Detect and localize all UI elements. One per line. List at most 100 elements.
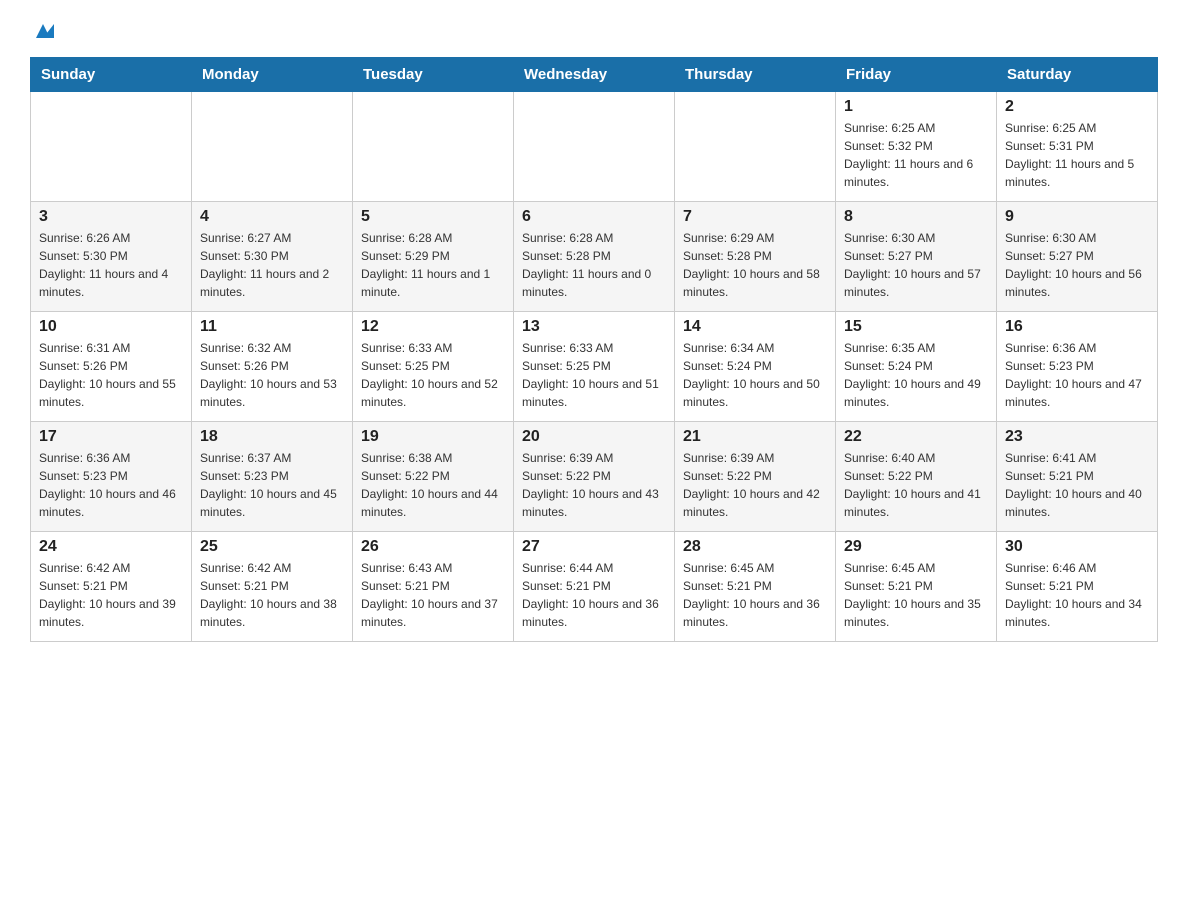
day-number: 11 [200,318,344,336]
day-number: 14 [683,318,827,336]
day-info: Sunrise: 6:41 AMSunset: 5:21 PMDaylight:… [1005,451,1142,519]
calendar-cell: 8 Sunrise: 6:30 AMSunset: 5:27 PMDaylight… [836,201,997,311]
day-number: 5 [361,208,505,226]
calendar-cell: 27 Sunrise: 6:44 AMSunset: 5:21 PMDayligh… [514,531,675,641]
calendar-cell [31,91,192,201]
column-header-friday: Friday [836,57,997,91]
day-info: Sunrise: 6:26 AMSunset: 5:30 PMDaylight:… [39,231,168,299]
calendar-cell: 2 Sunrise: 6:25 AMSunset: 5:31 PMDaylight… [997,91,1158,201]
calendar-week-row: 24 Sunrise: 6:42 AMSunset: 5:21 PMDayligh… [31,531,1158,641]
day-info: Sunrise: 6:28 AMSunset: 5:28 PMDaylight:… [522,231,651,299]
calendar-cell: 17 Sunrise: 6:36 AMSunset: 5:23 PMDayligh… [31,421,192,531]
calendar-cell: 26 Sunrise: 6:43 AMSunset: 5:21 PMDayligh… [353,531,514,641]
calendar-week-row: 10 Sunrise: 6:31 AMSunset: 5:26 PMDayligh… [31,311,1158,421]
day-number: 3 [39,208,183,226]
calendar-cell: 25 Sunrise: 6:42 AMSunset: 5:21 PMDayligh… [192,531,353,641]
day-number: 25 [200,538,344,556]
day-number: 4 [200,208,344,226]
calendar-cell: 30 Sunrise: 6:46 AMSunset: 5:21 PMDayligh… [997,531,1158,641]
column-header-tuesday: Tuesday [353,57,514,91]
calendar-cell: 20 Sunrise: 6:39 AMSunset: 5:22 PMDayligh… [514,421,675,531]
calendar-cell: 6 Sunrise: 6:28 AMSunset: 5:28 PMDaylight… [514,201,675,311]
column-header-thursday: Thursday [675,57,836,91]
day-info: Sunrise: 6:42 AMSunset: 5:21 PMDaylight:… [39,561,176,629]
calendar-week-row: 17 Sunrise: 6:36 AMSunset: 5:23 PMDayligh… [31,421,1158,531]
column-header-wednesday: Wednesday [514,57,675,91]
day-info: Sunrise: 6:43 AMSunset: 5:21 PMDaylight:… [361,561,498,629]
day-number: 2 [1005,98,1149,116]
day-number: 24 [39,538,183,556]
calendar-week-row: 1Sunrise: 6:25 AMSunset: 5:32 PMDaylight… [31,91,1158,201]
calendar-cell: 18 Sunrise: 6:37 AMSunset: 5:23 PMDayligh… [192,421,353,531]
day-info: Sunrise: 6:25 AMSunset: 5:32 PMDaylight:… [844,121,973,189]
calendar-header-row: SundayMondayTuesdayWednesdayThursdayFrid… [31,57,1158,91]
day-number: 8 [844,208,988,226]
day-number: 20 [522,428,666,446]
day-number: 23 [1005,428,1149,446]
day-info: Sunrise: 6:35 AMSunset: 5:24 PMDaylight:… [844,341,981,409]
calendar-cell: 28 Sunrise: 6:45 AMSunset: 5:21 PMDayligh… [675,531,836,641]
day-number: 7 [683,208,827,226]
day-number: 16 [1005,318,1149,336]
header [30,20,1158,47]
calendar-cell: 11 Sunrise: 6:32 AMSunset: 5:26 PMDayligh… [192,311,353,421]
day-number: 12 [361,318,505,336]
calendar-cell: 10 Sunrise: 6:31 AMSunset: 5:26 PMDayligh… [31,311,192,421]
day-info: Sunrise: 6:32 AMSunset: 5:26 PMDaylight:… [200,341,337,409]
day-info: Sunrise: 6:34 AMSunset: 5:24 PMDaylight:… [683,341,820,409]
day-info: Sunrise: 6:40 AMSunset: 5:22 PMDaylight:… [844,451,981,519]
logo-triangle-icon [32,20,54,42]
calendar-cell [514,91,675,201]
day-info: Sunrise: 6:25 AMSunset: 5:31 PMDaylight:… [1005,121,1134,189]
day-info: Sunrise: 6:44 AMSunset: 5:21 PMDaylight:… [522,561,659,629]
column-header-saturday: Saturday [997,57,1158,91]
day-number: 10 [39,318,183,336]
day-number: 30 [1005,538,1149,556]
day-info: Sunrise: 6:46 AMSunset: 5:21 PMDaylight:… [1005,561,1142,629]
day-info: Sunrise: 6:39 AMSunset: 5:22 PMDaylight:… [522,451,659,519]
calendar-cell: 1Sunrise: 6:25 AMSunset: 5:32 PMDaylight… [836,91,997,201]
day-number: 21 [683,428,827,446]
day-info: Sunrise: 6:29 AMSunset: 5:28 PMDaylight:… [683,231,820,299]
column-header-monday: Monday [192,57,353,91]
calendar-cell: 22Sunrise: 6:40 AMSunset: 5:22 PMDayligh… [836,421,997,531]
day-info: Sunrise: 6:45 AMSunset: 5:21 PMDaylight:… [683,561,820,629]
calendar-cell [353,91,514,201]
calendar-cell: 12Sunrise: 6:33 AMSunset: 5:25 PMDayligh… [353,311,514,421]
calendar-cell: 15 Sunrise: 6:35 AMSunset: 5:24 PMDayligh… [836,311,997,421]
day-number: 15 [844,318,988,336]
day-number: 6 [522,208,666,226]
day-info: Sunrise: 6:36 AMSunset: 5:23 PMDaylight:… [1005,341,1142,409]
day-number: 17 [39,428,183,446]
calendar-table: SundayMondayTuesdayWednesdayThursdayFrid… [30,57,1158,642]
calendar-cell: 7 Sunrise: 6:29 AMSunset: 5:28 PMDaylight… [675,201,836,311]
day-info: Sunrise: 6:38 AMSunset: 5:22 PMDaylight:… [361,451,498,519]
column-header-sunday: Sunday [31,57,192,91]
day-info: Sunrise: 6:31 AMSunset: 5:26 PMDaylight:… [39,341,176,409]
calendar-cell: 23 Sunrise: 6:41 AMSunset: 5:21 PMDayligh… [997,421,1158,531]
calendar-cell: 29 Sunrise: 6:45 AMSunset: 5:21 PMDayligh… [836,531,997,641]
day-info: Sunrise: 6:45 AMSunset: 5:21 PMDaylight:… [844,561,981,629]
day-info: Sunrise: 6:28 AMSunset: 5:29 PMDaylight:… [361,231,490,299]
day-number: 28 [683,538,827,556]
calendar-cell: 3 Sunrise: 6:26 AMSunset: 5:30 PMDaylight… [31,201,192,311]
day-number: 26 [361,538,505,556]
day-number: 19 [361,428,505,446]
day-number: 9 [1005,208,1149,226]
calendar-cell [192,91,353,201]
calendar-week-row: 3 Sunrise: 6:26 AMSunset: 5:30 PMDaylight… [31,201,1158,311]
day-info: Sunrise: 6:30 AMSunset: 5:27 PMDaylight:… [844,231,981,299]
calendar-cell: 5 Sunrise: 6:28 AMSunset: 5:29 PMDaylight… [353,201,514,311]
calendar-cell: 21Sunrise: 6:39 AMSunset: 5:22 PMDayligh… [675,421,836,531]
day-number: 18 [200,428,344,446]
day-number: 29 [844,538,988,556]
day-info: Sunrise: 6:37 AMSunset: 5:23 PMDaylight:… [200,451,337,519]
calendar-cell: 16 Sunrise: 6:36 AMSunset: 5:23 PMDayligh… [997,311,1158,421]
calendar-cell: 9Sunrise: 6:30 AMSunset: 5:27 PMDaylight… [997,201,1158,311]
day-info: Sunrise: 6:42 AMSunset: 5:21 PMDaylight:… [200,561,337,629]
calendar-cell: 19 Sunrise: 6:38 AMSunset: 5:22 PMDayligh… [353,421,514,531]
day-number: 13 [522,318,666,336]
day-info: Sunrise: 6:27 AMSunset: 5:30 PMDaylight:… [200,231,329,299]
day-info: Sunrise: 6:36 AMSunset: 5:23 PMDaylight:… [39,451,176,519]
day-number: 27 [522,538,666,556]
